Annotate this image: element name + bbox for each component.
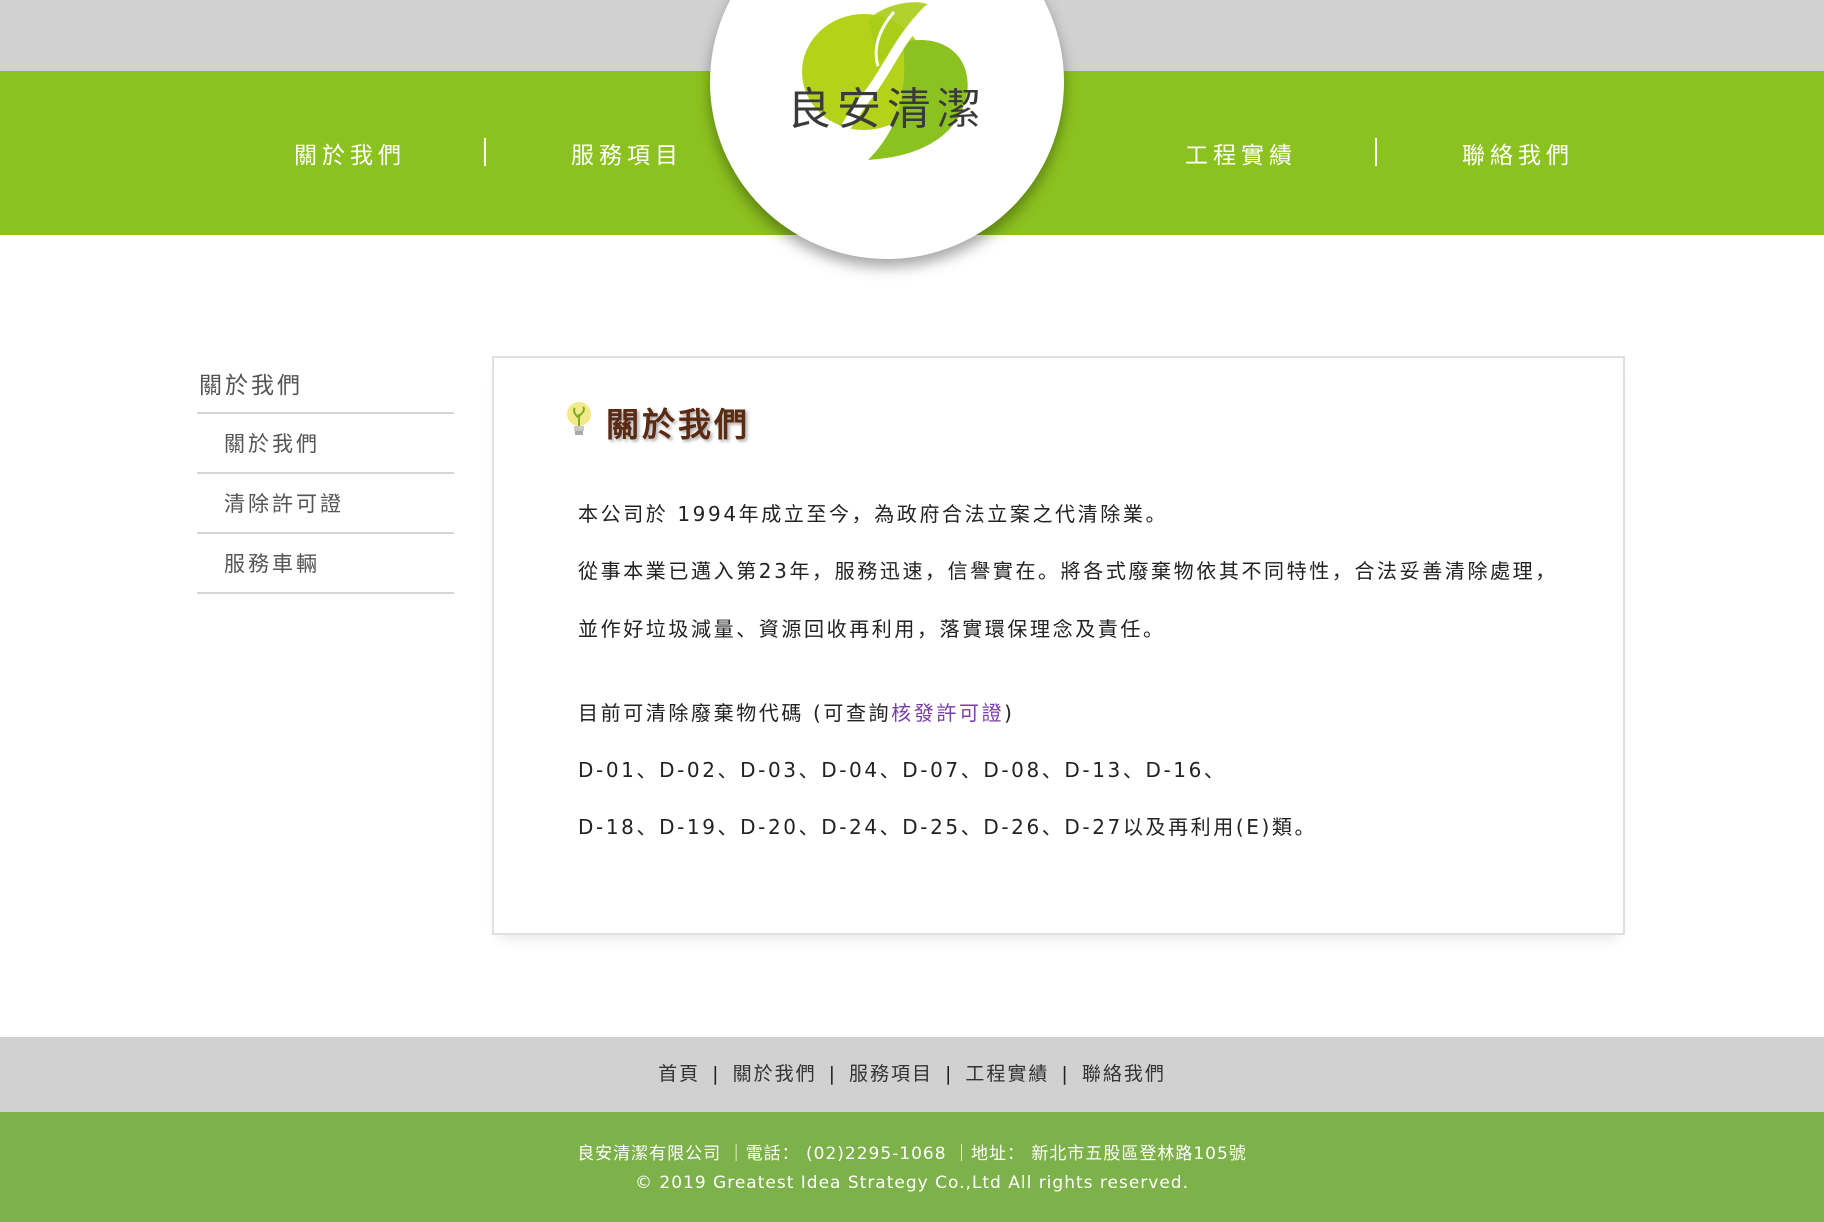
footer-link-services[interactable]: 服務項目	[849, 1059, 933, 1086]
codes-intro-prefix: 目前可清除廢棄物代碼 (可查詢	[578, 701, 892, 725]
footer-link-contact[interactable]: 聯絡我們	[1082, 1059, 1166, 1086]
footer-link-about[interactable]: 關於我們	[733, 1059, 817, 1086]
paragraph: 並作好垃圾減量、資源回收再利用，落實環保理念及責任。	[578, 617, 1166, 641]
company-info: 良安清潔有限公司 ｜電話： (02)2295-1068 ｜地址： 新北市五股區登…	[577, 1144, 1247, 1164]
content-title: 關於我們	[606, 405, 750, 444]
waste-codes-line: D-01、D-02、D-03、D-04、D-07、D-08、D-13、D-16、	[578, 758, 1227, 782]
sidebar-item-about[interactable]: 關於我們	[197, 414, 454, 474]
waste-codes-line: D-18、D-19、D-20、D-24、D-25、D-26、D-27以及再利用(…	[578, 815, 1318, 839]
footer-nav: 首頁 | 關於我們 | 服務項目 | 工程實績 | 聯絡我們	[0, 1059, 1824, 1086]
logo-text: 良安清潔	[787, 84, 987, 135]
sidebar-item-license[interactable]: 清除許可證	[197, 474, 454, 534]
paragraph: 從事本業已邁入第23年，服務迅速，信譽實在。將各式廢棄物依其不同特性，合法妥善清…	[578, 559, 1558, 583]
nav-separator	[484, 138, 486, 166]
footer-link-projects[interactable]: 工程實績	[965, 1059, 1049, 1086]
codes-intro: 目前可清除廢棄物代碼 (可查詢核發許可證)	[578, 697, 1015, 726]
footer-separator: |	[712, 1063, 721, 1085]
footer-separator: |	[828, 1063, 837, 1085]
paragraph: 本公司於 1994年成立至今，為政府合法立案之代清除業。	[578, 502, 1169, 526]
lightbulb-icon	[567, 402, 591, 435]
footer-separator: |	[1061, 1063, 1070, 1085]
license-link[interactable]: 核發許可證	[891, 701, 1004, 725]
footer-link-home[interactable]: 首頁	[658, 1059, 700, 1086]
footer-separator: |	[945, 1063, 954, 1085]
footer-info-bar: 良安清潔有限公司 ｜電話： (02)2295-1068 ｜地址： 新北市五股區登…	[0, 1112, 1824, 1222]
sidebar-item-vehicles[interactable]: 服務車輛	[197, 534, 454, 594]
copyright-text: © 2019 Greatest Idea Strategy Co.,Ltd Al…	[634, 1173, 1189, 1193]
sidebar-title: 關於我們	[197, 360, 454, 414]
sidebar: 關於我們 關於我們 清除許可證 服務車輛	[197, 360, 454, 594]
content-panel: 關於我們 本公司於 1994年成立至今，為政府合法立案之代清除業。 從事本業已邁…	[492, 356, 1625, 935]
codes-intro-suffix: )	[1004, 701, 1015, 725]
nav-separator	[1375, 138, 1377, 166]
nav-item-contact[interactable]: 聯絡我們	[1462, 136, 1574, 170]
footer-links-bar: 首頁 | 關於我們 | 服務項目 | 工程實績 | 聯絡我們	[0, 1037, 1824, 1112]
nav-item-projects[interactable]: 工程實績	[1185, 136, 1297, 170]
nav-item-about[interactable]: 關於我們	[294, 136, 406, 170]
nav-item-services[interactable]: 服務項目	[571, 136, 683, 170]
